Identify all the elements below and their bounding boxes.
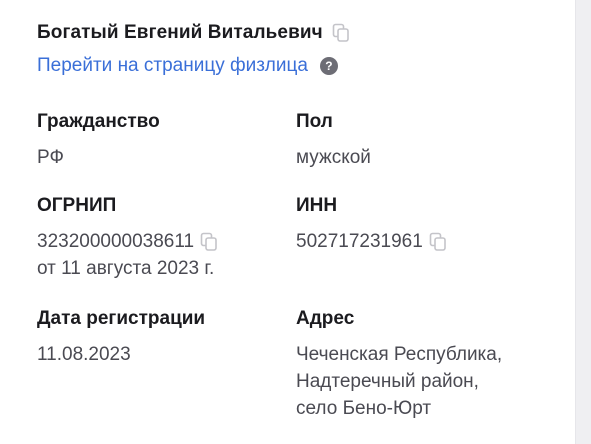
address-line: село Бено-Юрт <box>296 398 432 419</box>
citizenship-value: РФ <box>37 147 64 168</box>
page-background-edge <box>576 0 591 444</box>
citizenship-field: Гражданство РФ <box>37 109 160 171</box>
registration-date-value: 11.08.2023 <box>37 344 131 365</box>
gender-field: Пол мужской <box>296 109 371 171</box>
address-line: Надтеречный район, <box>296 371 479 392</box>
inn-value-row: 502717231961 <box>296 228 447 255</box>
address-value: Чеченская Республика, Надтеречный район,… <box>296 341 502 422</box>
address-line: Чеченская Республика, <box>296 344 503 365</box>
person-name: Богатый Евгений Витальевич <box>37 22 323 43</box>
citizenship-label: Гражданство <box>37 111 160 132</box>
go-to-person-page-link[interactable]: Перейти на страницу физлица <box>37 55 308 77</box>
registration-date-label: Дата регистрации <box>37 308 206 329</box>
address-field: Адрес Чеченская Республика, Надтеречный … <box>296 306 502 422</box>
inn-label: ИНН <box>296 195 338 216</box>
person-link-row: Перейти на страницу физлица ? <box>37 55 338 77</box>
gender-value: мужской <box>296 147 371 168</box>
address-label: Адрес <box>296 308 355 329</box>
ogrnip-date: от 11 августа 2023 г. <box>37 258 215 279</box>
ogrnip-value-block: 323200000038611 от 11 августа 2023 г. <box>37 228 218 282</box>
registration-date-field: Дата регистрации 11.08.2023 <box>37 306 205 368</box>
entrepreneur-card: Богатый Евгений Витальевич Перейти на ст… <box>0 0 576 444</box>
inn-value: 502717231961 <box>296 231 423 252</box>
copy-icon[interactable] <box>200 232 218 252</box>
ogrnip-label: ОГРНИП <box>37 195 117 216</box>
gender-label: Пол <box>296 111 333 132</box>
copy-icon[interactable] <box>429 232 447 252</box>
person-name-row: Богатый Евгений Витальевич <box>37 22 350 44</box>
inn-field: ИНН 502717231961 <box>296 193 447 255</box>
ogrnip-number-row: 323200000038611 <box>37 228 218 255</box>
help-icon[interactable]: ? <box>319 57 338 75</box>
ogrnip-value: 323200000038611 <box>37 231 195 252</box>
ogrnip-field: ОГРНИП 323200000038611 от 11 августа 202… <box>37 193 218 282</box>
copy-icon[interactable] <box>332 23 350 43</box>
